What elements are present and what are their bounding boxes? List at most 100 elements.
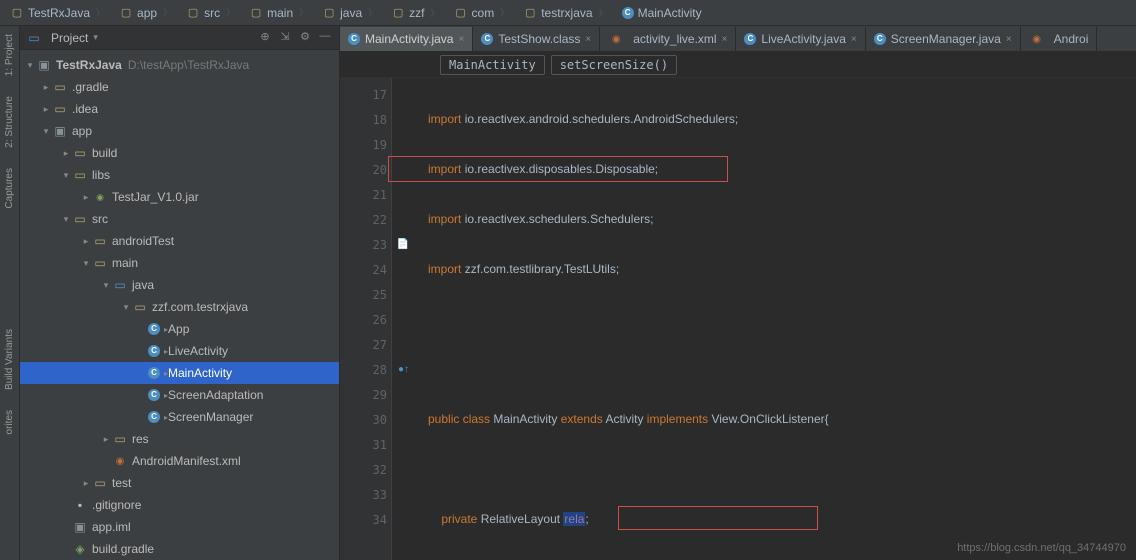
- tab[interactable]: ScreenManager.java×: [866, 27, 1021, 51]
- chevron-right-icon: 〉: [96, 6, 105, 19]
- class-icon: [148, 411, 160, 423]
- tree-row[interactable]: ▾java: [20, 274, 339, 296]
- breadcrumb-item[interactable]: com〉: [448, 6, 516, 20]
- class-icon: [148, 389, 160, 401]
- class-icon: [148, 323, 160, 335]
- project-tree[interactable]: ▾TestRxJavaD:\testApp\TestRxJava ▸.gradl…: [20, 50, 339, 560]
- breadcrumb-item[interactable]: src〉: [180, 6, 241, 20]
- tree-row[interactable]: ▾libs: [20, 164, 339, 186]
- folder-icon: [10, 6, 24, 20]
- tree-row[interactable]: ▾main: [20, 252, 339, 274]
- breadcrumb-item[interactable]: java〉: [316, 6, 383, 20]
- tree-row[interactable]: ▪.gitignore: [20, 494, 339, 516]
- tool-title: Project: [51, 31, 88, 45]
- folder-icon: [52, 101, 68, 117]
- project-tool-window: Project ▾ ⊕ ⇲ ⚙ — ▾TestRxJavaD:\testApp\T…: [20, 26, 340, 560]
- rail-structure-button[interactable]: 2: Structure: [4, 96, 15, 148]
- tree-row[interactable]: AndroidManifest.xml: [20, 450, 339, 472]
- gutter[interactable]: 17181920212223📄2425262728●↑293031323334: [340, 78, 392, 560]
- xml-icon: [608, 31, 624, 47]
- tree-row[interactable]: ▸res: [20, 428, 339, 450]
- tree-row[interactable]: ▸ ScreenManager: [20, 406, 339, 428]
- rail-favorites-button[interactable]: orites: [4, 410, 15, 434]
- class-icon: [148, 367, 160, 379]
- rail-captures-button[interactable]: Captures: [4, 168, 15, 209]
- breadcrumb-item[interactable]: app〉: [113, 6, 178, 20]
- tree-row-root[interactable]: ▾TestRxJavaD:\testApp\TestRxJava: [20, 54, 339, 76]
- editor-area: MainActivity.java× TestShow.class× activ…: [340, 26, 1136, 560]
- breadcrumb-item[interactable]: zzf〉: [385, 6, 445, 20]
- rail-project-button[interactable]: 1: Project: [4, 34, 15, 76]
- tree-row[interactable]: ◈build.gradle: [20, 538, 339, 560]
- left-tool-rail: 1: Project 2: Structure Captures Build V…: [0, 26, 20, 560]
- crumb-class[interactable]: MainActivity: [440, 55, 545, 75]
- folder-icon: [92, 233, 108, 249]
- collapse-all-icon[interactable]: ⇲: [277, 30, 293, 46]
- folder-icon: [119, 6, 133, 20]
- folder-icon: [454, 6, 468, 20]
- crumb-method[interactable]: setScreenSize(): [551, 55, 677, 75]
- tree-row[interactable]: ▸.gradle: [20, 76, 339, 98]
- tree-row[interactable]: ▸.idea: [20, 98, 339, 120]
- gradle-icon: ◈: [72, 541, 88, 557]
- breadcrumb-item[interactable]: testrxjava〉: [517, 6, 613, 20]
- folder-icon: [322, 6, 336, 20]
- tree-row[interactable]: ▸androidTest: [20, 230, 339, 252]
- xml-icon: [1029, 31, 1045, 47]
- editor-tabs: MainActivity.java× TestShow.class× activ…: [340, 26, 1136, 52]
- close-icon[interactable]: ×: [585, 34, 591, 45]
- code-area[interactable]: import import io.reactivex.android.sched…: [392, 78, 1136, 560]
- folder-icon: [186, 6, 200, 20]
- tree-row[interactable]: ▾app: [20, 120, 339, 142]
- folder-icon: [72, 211, 88, 227]
- tree-row[interactable]: ▸ App: [20, 318, 339, 340]
- folder-icon: [72, 145, 88, 161]
- class-icon: [148, 345, 160, 357]
- tree-row[interactable]: app.iml: [20, 516, 339, 538]
- module-icon: [36, 57, 52, 73]
- class-icon: [622, 7, 634, 19]
- close-icon[interactable]: ×: [1006, 34, 1012, 45]
- module-icon: [72, 519, 88, 535]
- breadcrumb-bar: TestRxJava〉 app〉 src〉 main〉 java〉 zzf〉 c…: [0, 0, 1136, 26]
- tree-row[interactable]: ▸ LiveActivity: [20, 340, 339, 362]
- folder-icon: [523, 6, 537, 20]
- jar-icon: [92, 189, 108, 205]
- hide-icon[interactable]: —: [317, 30, 333, 46]
- tab[interactable]: LiveActivity.java×: [736, 27, 865, 51]
- breadcrumb-item[interactable]: main〉: [243, 6, 314, 20]
- folder-icon: [72, 167, 88, 183]
- close-icon[interactable]: ×: [458, 34, 464, 45]
- breadcrumb-item[interactable]: TestRxJava〉: [4, 6, 111, 20]
- class-icon: [348, 33, 360, 45]
- tree-row[interactable]: ▾zzf.com.testrxjava: [20, 296, 339, 318]
- watermark: https://blog.csdn.net/qq_34744970: [957, 542, 1126, 554]
- tool-header: Project ▾ ⊕ ⇲ ⚙ —: [20, 26, 339, 50]
- tree-row[interactable]: ▸TestJar_V1.0.jar: [20, 186, 339, 208]
- chevron-right-icon: 〉: [226, 6, 235, 19]
- tree-row[interactable]: ▾src: [20, 208, 339, 230]
- project-icon: [26, 30, 42, 46]
- chevron-down-icon[interactable]: ▾: [93, 32, 98, 43]
- tab[interactable]: Androi: [1021, 27, 1098, 51]
- folder-icon: [249, 6, 263, 20]
- tree-row-selected[interactable]: ▸ MainActivity: [20, 362, 339, 384]
- module-icon: [52, 123, 68, 139]
- gear-icon[interactable]: ⚙: [297, 30, 313, 46]
- rail-build-variants-button[interactable]: Build Variants: [4, 329, 15, 390]
- tree-row[interactable]: ▸test: [20, 472, 339, 494]
- tree-row[interactable]: ▸ ScreenAdaptation: [20, 384, 339, 406]
- scroll-from-source-icon[interactable]: ⊕: [257, 30, 273, 46]
- class-icon: [874, 33, 886, 45]
- folder-icon: [391, 6, 405, 20]
- class-icon: [481, 33, 493, 45]
- tab[interactable]: TestShow.class×: [473, 27, 600, 51]
- breadcrumb-item[interactable]: MainActivity: [616, 6, 708, 20]
- chevron-right-icon: 〉: [368, 6, 377, 19]
- folder-icon: [52, 79, 68, 95]
- close-icon[interactable]: ×: [722, 34, 728, 45]
- close-icon[interactable]: ×: [851, 34, 857, 45]
- tab[interactable]: activity_live.xml×: [600, 27, 736, 51]
- tab-mainactivity[interactable]: MainActivity.java×: [340, 27, 473, 51]
- tree-row[interactable]: ▸build: [20, 142, 339, 164]
